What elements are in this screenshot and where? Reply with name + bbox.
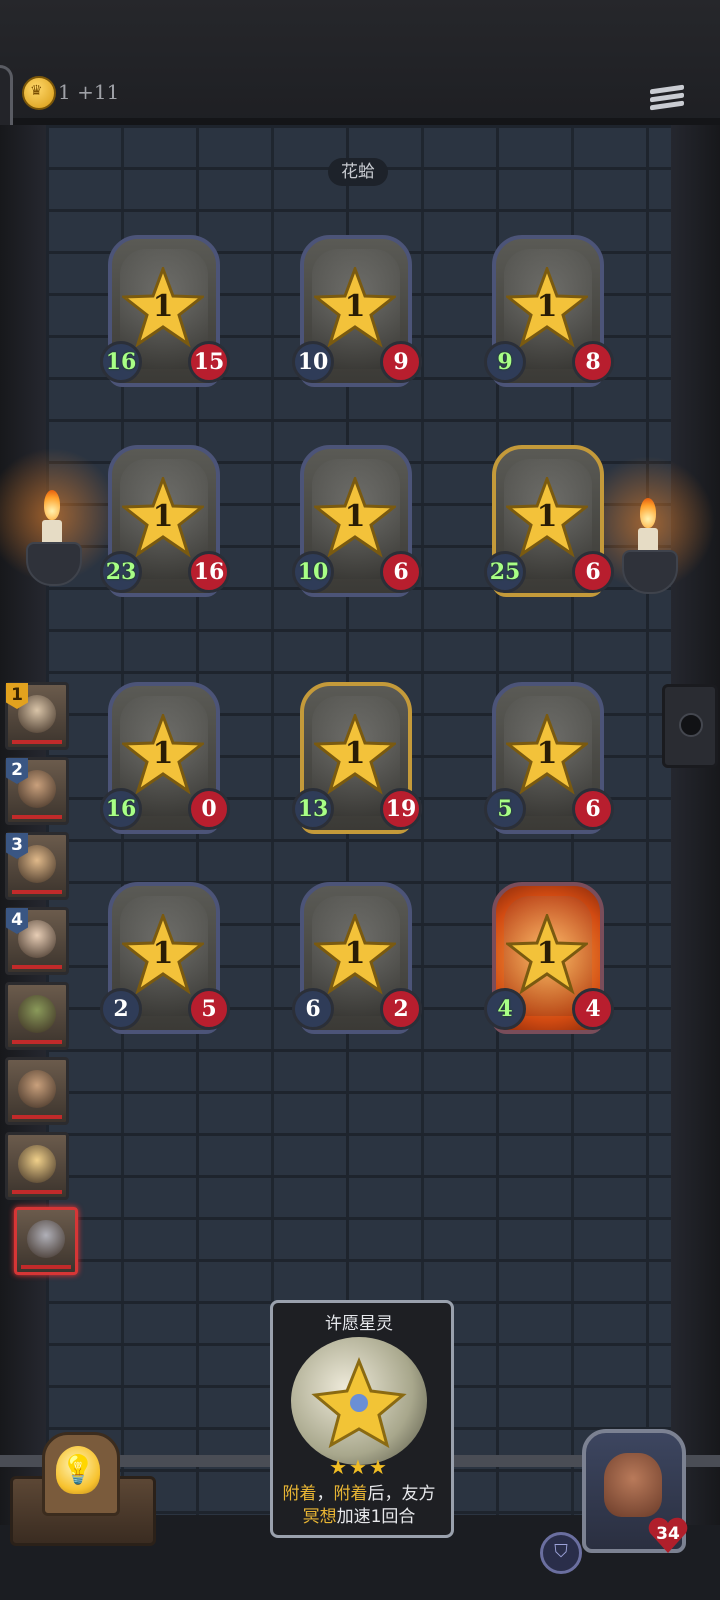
card-attack: 9 — [484, 341, 526, 383]
card-attack: 4 — [484, 988, 526, 1030]
unit-card[interactable]: 12 5 — [100, 882, 230, 1034]
hamburger-menu-icon[interactable] — [650, 84, 684, 118]
card-health: 2 — [380, 988, 422, 1030]
roster-portrait[interactable]: 2 — [5, 757, 69, 825]
roster-portrait[interactable] — [5, 982, 69, 1050]
unit-card[interactable]: 16 2 — [292, 882, 422, 1034]
card-attack: 6 — [292, 988, 334, 1030]
skill-card-title: 许愿星灵 — [325, 1314, 393, 1334]
card-level: 1 — [344, 289, 366, 324]
skill-card[interactable]: 许愿星灵 ★★★ 附着，附着后，友方冥想加速1回合 — [270, 1300, 454, 1538]
lightbulb-icon: 💡 — [56, 1446, 100, 1494]
card-health: 19 — [380, 788, 422, 830]
unit-card[interactable]: 1 10 6 — [292, 445, 422, 597]
flame-icon — [44, 490, 60, 520]
card-attack: 25 — [484, 551, 526, 593]
torch-right — [578, 448, 718, 598]
hero-portrait[interactable]: 34 — [578, 1425, 688, 1555]
card-health: 16 — [188, 551, 230, 593]
zone-name-label: 花蛤 — [328, 158, 388, 186]
roster-portrait[interactable] — [14, 1207, 78, 1275]
roster-portrait[interactable]: 3 — [5, 832, 69, 900]
unit-card[interactable]: 15 6 — [484, 682, 614, 834]
roster-portrait[interactable] — [5, 1057, 69, 1125]
portrait-health-bar — [12, 1040, 62, 1044]
card-level: 1 — [536, 736, 558, 771]
unit-card[interactable]: 1 16 15 — [100, 235, 230, 387]
card-attack: 5 — [484, 788, 526, 830]
card-health: 15 — [188, 341, 230, 383]
card-health: 6 — [572, 788, 614, 830]
card-attack: 23 — [100, 551, 142, 593]
card-attack: 2 — [100, 988, 142, 1030]
portrait-face — [18, 995, 56, 1033]
card-level: 1 — [536, 289, 558, 324]
left-wall — [0, 125, 48, 1525]
card-attack: 16 — [100, 341, 142, 383]
card-attack: 13 — [292, 788, 334, 830]
unit-card[interactable]: 1 23 16 — [100, 445, 230, 597]
crown-coin-icon: ♛ — [22, 76, 56, 110]
card-level: 1 — [152, 736, 174, 771]
right-wall — [668, 125, 720, 1525]
roster-portrait[interactable]: 4 — [5, 907, 69, 975]
card-level: 1 — [344, 499, 366, 534]
skill-card-description: 附着，附着后，友方冥想加速1回合 — [282, 1484, 436, 1527]
card-level: 1 — [536, 499, 558, 534]
card-level: 1 — [152, 936, 174, 971]
card-level: 1 — [152, 289, 174, 324]
portrait-face — [18, 1145, 56, 1183]
card-level: 1 — [344, 936, 366, 971]
roster-portrait[interactable] — [5, 1132, 69, 1200]
skill-card-stars: ★★★ — [329, 1455, 389, 1479]
door-lock-button[interactable] — [662, 684, 718, 768]
unit-card[interactable]: 1 10 9 — [292, 235, 422, 387]
card-attack: 10 — [292, 551, 334, 593]
card-level: 1 — [152, 499, 174, 534]
card-health: 9 — [380, 341, 422, 383]
unit-card[interactable]: 1 13 19 — [292, 682, 422, 834]
portrait-face — [18, 1070, 56, 1108]
card-health: 6 — [380, 551, 422, 593]
hero-face — [604, 1453, 662, 1517]
portrait-health-bar — [12, 1190, 62, 1194]
hint-button[interactable]: 💡 — [10, 1428, 156, 1548]
wish-star-spirit-art — [291, 1337, 427, 1465]
shield-icon[interactable]: ⛉ — [540, 1532, 582, 1574]
portrait-face — [27, 1220, 65, 1258]
card-health: 4 — [572, 988, 614, 1030]
card-health: 8 — [572, 341, 614, 383]
card-health: 5 — [188, 988, 230, 1030]
card-health: 6 — [572, 551, 614, 593]
portrait-health-bar — [12, 890, 62, 894]
portrait-health-bar — [12, 740, 62, 744]
portrait-health-bar — [12, 965, 62, 969]
gold-counter: 1 +11 — [58, 80, 120, 104]
top-bar — [0, 0, 720, 128]
unit-card[interactable]: 14 4 — [484, 882, 614, 1034]
portrait-health-bar — [21, 1265, 71, 1269]
roster-portrait[interactable]: 1 — [5, 682, 69, 750]
portrait-health-bar — [12, 815, 62, 819]
torch-left — [0, 440, 122, 590]
portrait-health-bar — [12, 1115, 62, 1119]
card-attack: 16 — [100, 788, 142, 830]
unit-card[interactable]: 19 8 — [484, 235, 614, 387]
unit-card[interactable]: 1 25 6 — [484, 445, 614, 597]
flame-icon — [640, 498, 656, 528]
card-level: 1 — [344, 736, 366, 771]
card-health: 0 — [188, 788, 230, 830]
unit-card[interactable]: 1 16 0 — [100, 682, 230, 834]
card-level: 1 — [536, 936, 558, 971]
card-attack: 10 — [292, 341, 334, 383]
